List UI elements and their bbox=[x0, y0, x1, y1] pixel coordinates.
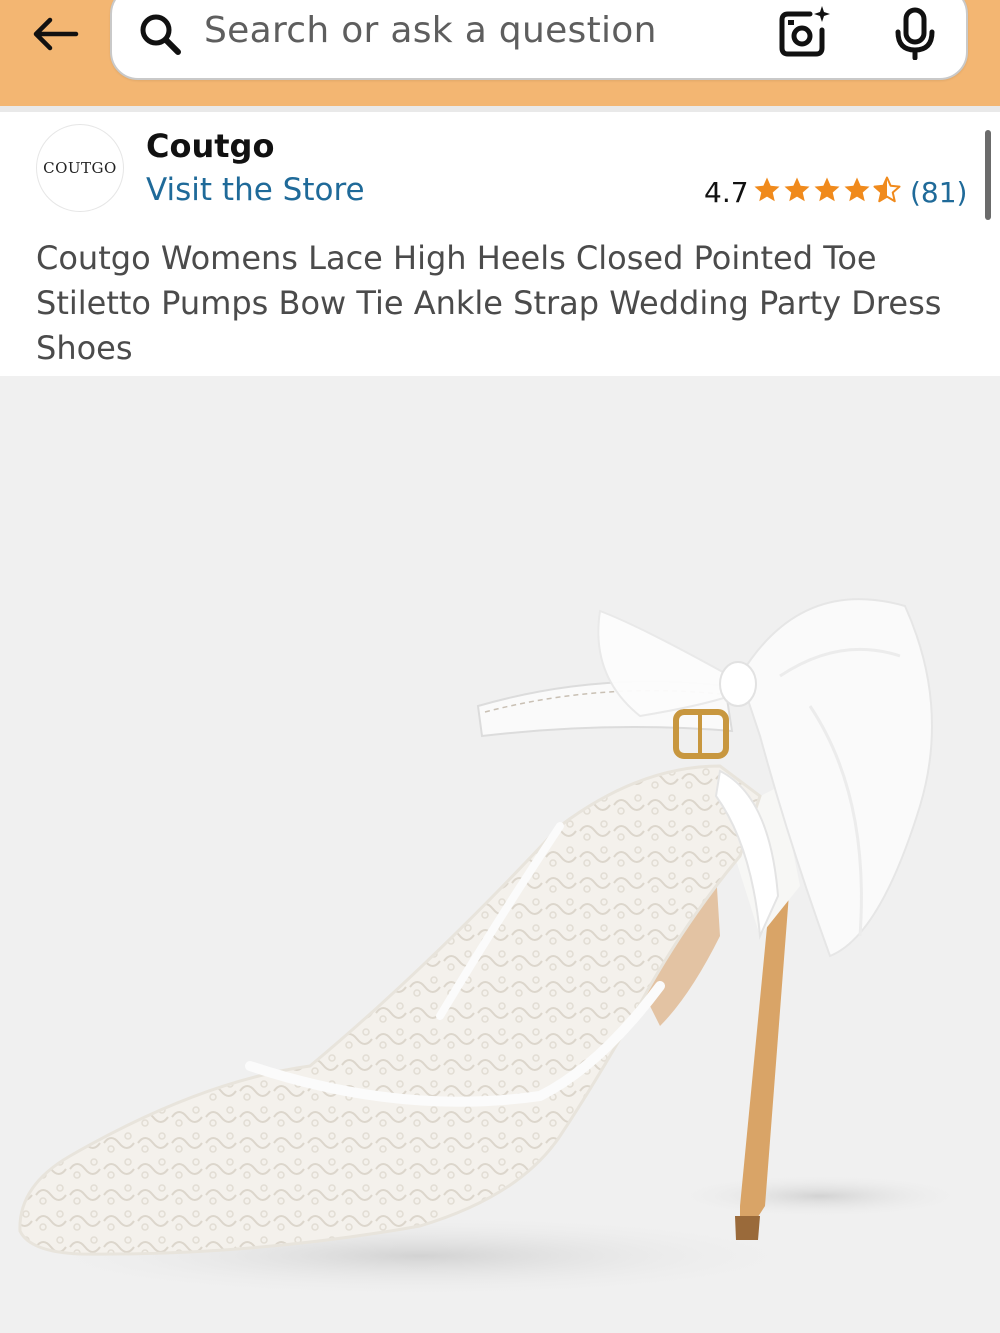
rating-value[interactable]: 4.7 bbox=[704, 176, 749, 209]
header-bar: Search or ask a question bbox=[0, 0, 1000, 106]
product-image[interactable] bbox=[0, 376, 1000, 1333]
star-full-icon bbox=[754, 177, 780, 202]
search-bar[interactable]: Search or ask a question bbox=[110, 0, 968, 80]
star-rating[interactable] bbox=[752, 174, 902, 210]
brand-name: Coutgo bbox=[146, 127, 275, 165]
star-half-icon bbox=[873, 176, 901, 203]
microphone-icon[interactable] bbox=[892, 6, 938, 60]
star-full-icon bbox=[814, 177, 840, 202]
star-full-icon bbox=[784, 177, 810, 202]
camera-lens-icon[interactable] bbox=[776, 4, 832, 60]
product-page: Search or ask a question COUTGO Coutgo V… bbox=[0, 0, 1000, 1333]
star-full-icon bbox=[844, 177, 870, 202]
header-divider bbox=[0, 106, 1000, 112]
back-arrow-icon bbox=[33, 17, 79, 51]
search-icon bbox=[140, 14, 181, 55]
back-button[interactable] bbox=[26, 8, 84, 60]
product-title: Coutgo Womens Lace High Heels Closed Poi… bbox=[36, 239, 942, 367]
rating-count-link[interactable]: (81) bbox=[910, 176, 967, 209]
visit-store-link[interactable]: Visit the Store bbox=[146, 172, 365, 208]
brand-logo-text: COUTGO bbox=[43, 159, 117, 177]
product-image-area[interactable] bbox=[0, 376, 1000, 1333]
brand-logo[interactable]: COUTGO bbox=[36, 124, 124, 212]
scrollbar[interactable] bbox=[985, 130, 991, 220]
search-input[interactable]: Search or ask a question bbox=[204, 10, 657, 51]
